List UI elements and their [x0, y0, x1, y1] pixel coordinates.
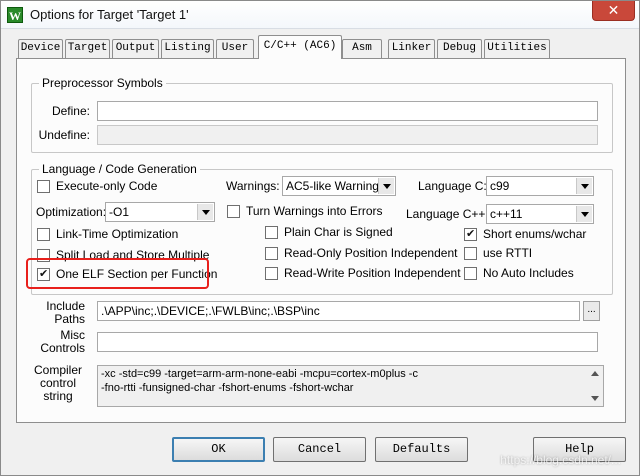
- read-only-pi-checkbox[interactable]: Read-Only Position Independent: [265, 246, 457, 262]
- undefine-input[interactable]: [97, 125, 598, 145]
- highlight-annotation: [26, 258, 209, 289]
- no-auto-includes-checkbox[interactable]: No Auto Includes: [464, 266, 574, 282]
- chevron-down-icon[interactable]: [378, 178, 394, 194]
- turn-warnings-errors-box[interactable]: [227, 205, 240, 218]
- plain-char-signed-label: Plain Char is Signed: [284, 225, 393, 239]
- compiler-control-line1: -xc -std=c99 -target=arm-arm-none-eabi -…: [101, 368, 418, 380]
- turn-warnings-errors-checkbox[interactable]: Turn Warnings into Errors: [227, 204, 382, 220]
- short-enums-box[interactable]: [464, 227, 477, 241]
- language-cpp-label: Language C++:: [406, 207, 489, 221]
- options-dialog: W Options for Target 'Target 1' ✕ Device…: [0, 0, 640, 476]
- compiler-control-line2: -fno-rtti -funsigned-char -fshort-enums …: [101, 382, 354, 394]
- chevron-down-icon[interactable]: [197, 204, 213, 220]
- language-c-value: c99: [490, 179, 510, 193]
- language-cpp-value: c++11: [490, 207, 523, 221]
- tab-listing[interactable]: Listing: [161, 39, 214, 58]
- scroll-down-icon[interactable]: [589, 392, 601, 404]
- warnings-dropdown[interactable]: AC5-like Warnings: [282, 176, 396, 196]
- use-rtti-checkbox[interactable]: use RTTI: [464, 246, 532, 262]
- execute-only-box[interactable]: [37, 180, 50, 193]
- link-time-optimization-label: Link-Time Optimization: [56, 227, 179, 241]
- use-rtti-label: use RTTI: [483, 246, 533, 260]
- tab-device[interactable]: Device: [18, 39, 63, 58]
- preprocessor-legend: Preprocessor Symbols: [39, 76, 166, 90]
- chevron-down-icon[interactable]: [576, 206, 592, 222]
- execute-only-label: Execute-only Code: [56, 179, 158, 193]
- optimization-dropdown[interactable]: -O1: [105, 202, 215, 222]
- tab-user[interactable]: User: [216, 39, 254, 58]
- warnings-label: Warnings:: [226, 179, 280, 193]
- optimization-label: Optimization:: [36, 205, 107, 219]
- include-paths-browse-button[interactable]: ...: [583, 301, 600, 321]
- link-time-optimization-checkbox[interactable]: Link-Time Optimization: [37, 227, 178, 243]
- compiler-control-label-line3: string: [43, 389, 73, 403]
- define-input[interactable]: [97, 101, 598, 121]
- read-only-pi-box[interactable]: [265, 247, 278, 260]
- tab-target[interactable]: Target: [65, 39, 110, 58]
- use-rtti-box[interactable]: [464, 247, 477, 260]
- title-bar[interactable]: W Options for Target 'Target 1' ✕: [1, 1, 639, 29]
- short-enums-checkbox[interactable]: Short enums/wchar: [464, 227, 586, 243]
- include-paths-label: Include Paths: [31, 300, 85, 326]
- tab-debug[interactable]: Debug: [437, 39, 482, 58]
- language-codegen-legend: Language / Code Generation: [39, 162, 200, 176]
- defaults-button[interactable]: Defaults: [375, 437, 468, 462]
- language-c-label: Language C:: [418, 179, 487, 193]
- tab-utilities[interactable]: Utilities: [484, 39, 550, 58]
- compiler-control-textarea[interactable]: -xc -std=c99 -target=arm-arm-none-eabi -…: [97, 365, 604, 407]
- read-write-pi-checkbox[interactable]: Read-Write Position Independent: [265, 266, 461, 282]
- short-enums-label: Short enums/wchar: [483, 227, 587, 241]
- cancel-button[interactable]: Cancel: [273, 437, 366, 462]
- link-time-optimization-box[interactable]: [37, 228, 50, 241]
- tab-asm[interactable]: Asm: [342, 39, 382, 58]
- undefine-label: Undefine:: [38, 128, 90, 142]
- plain-char-signed-box[interactable]: [265, 226, 278, 239]
- misc-controls-input[interactable]: [97, 332, 598, 352]
- tab-output[interactable]: Output: [112, 39, 159, 58]
- tab-linker[interactable]: Linker: [388, 39, 435, 58]
- misc-controls-label-line2: Controls: [40, 341, 85, 355]
- execute-only-checkbox[interactable]: Execute-only Code: [37, 179, 157, 195]
- no-auto-includes-box[interactable]: [464, 267, 477, 280]
- keil-app-icon: W: [7, 7, 23, 23]
- read-only-pi-label: Read-Only Position Independent: [284, 246, 458, 260]
- no-auto-includes-label: No Auto Includes: [483, 266, 574, 280]
- read-write-pi-label: Read-Write Position Independent: [284, 266, 461, 280]
- optimization-value: -O1: [109, 205, 130, 219]
- language-cpp-dropdown[interactable]: c++11: [486, 204, 594, 224]
- c-cpp-tab-panel: Preprocessor Symbols Define: Undefine: L…: [16, 58, 626, 423]
- read-write-pi-box[interactable]: [265, 267, 278, 280]
- ok-button[interactable]: OK: [172, 437, 265, 462]
- language-c-dropdown[interactable]: c99: [486, 176, 594, 196]
- compiler-control-label: Compiler control string: [31, 364, 85, 403]
- chevron-down-icon[interactable]: [576, 178, 592, 194]
- scroll-up-icon[interactable]: [589, 368, 601, 380]
- misc-controls-label: Misc Controls: [31, 329, 85, 355]
- turn-warnings-errors-label: Turn Warnings into Errors: [246, 204, 383, 218]
- window-title: Options for Target 'Target 1': [30, 7, 189, 22]
- tab-c-cpp-ac6[interactable]: C/C++ (AC6): [258, 35, 342, 59]
- define-label: Define:: [51, 104, 90, 118]
- include-paths-label-line2: Paths: [54, 312, 85, 326]
- warnings-value: AC5-like Warnings: [286, 179, 385, 193]
- plain-char-signed-checkbox[interactable]: Plain Char is Signed: [265, 225, 393, 241]
- watermark-text: https://blog.csdn.net/...: [500, 453, 621, 467]
- close-button[interactable]: ✕: [592, 1, 635, 21]
- include-paths-input[interactable]: .\APP\inc;.\DEVICE;.\FWLB\inc;.\BSP\inc: [97, 301, 580, 321]
